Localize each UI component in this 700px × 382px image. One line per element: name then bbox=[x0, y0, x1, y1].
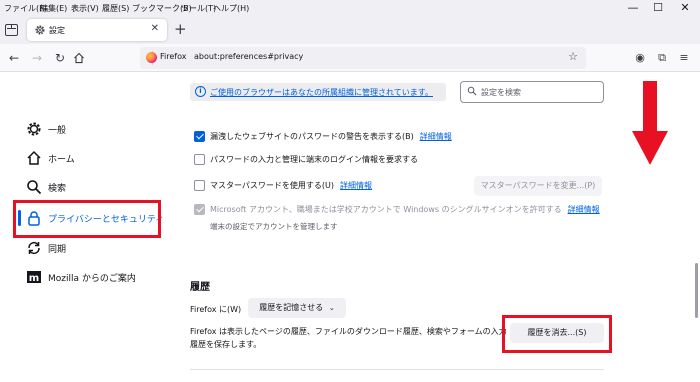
master-password-checkbox[interactable] bbox=[194, 180, 205, 191]
menu-tools[interactable]: ツール(T) bbox=[181, 3, 216, 14]
breach-alert-checkbox[interactable] bbox=[194, 131, 205, 142]
annotation-arrow-down-icon bbox=[632, 81, 668, 165]
windows-sso-text: Microsoft アカウント、職場または学校アカウントで Windows のシ… bbox=[210, 204, 600, 215]
windows-sso-label: Microsoft アカウント、職場または学校アカウントで Windows のシ… bbox=[210, 205, 562, 214]
tab-settings[interactable]: 設定 ✕ bbox=[27, 19, 167, 41]
home-icon bbox=[27, 150, 41, 165]
section-divider bbox=[190, 369, 604, 370]
menu-bar: ファイル(F) 編集(E) 表示(V) 履歴(S) ブックマーク(B) ツール(… bbox=[0, 0, 700, 16]
sidebar-item-label: ホーム bbox=[48, 155, 75, 165]
history-section-title: 履歴 bbox=[190, 282, 210, 293]
search-icon bbox=[27, 180, 42, 195]
master-password-label: マスターパスワードを使用する(U) bbox=[210, 181, 335, 190]
policy-notice[interactable]: i ご使用のブラウザーはあなたの所属組織に管理されています。 bbox=[190, 83, 446, 101]
menu-view[interactable]: 表示(V) bbox=[71, 3, 99, 14]
search-icon bbox=[467, 86, 477, 96]
gear-icon bbox=[35, 25, 45, 35]
windows-sso-learn-more-link[interactable]: 詳細情報 bbox=[568, 205, 600, 214]
os-auth-checkbox[interactable] bbox=[194, 154, 205, 165]
mozilla-icon: m bbox=[27, 271, 41, 284]
sidebar-item-home[interactable]: ホーム bbox=[26, 148, 166, 168]
tab-title: 設定 bbox=[49, 26, 65, 35]
menu-edit[interactable]: 編集(E) bbox=[40, 3, 67, 14]
change-master-password-button[interactable]: マスターパスワードを変更...(P) bbox=[474, 176, 602, 196]
history-mode-dropdown[interactable]: 履歴を記憶させる ⌄ bbox=[248, 298, 346, 318]
breach-alert-learn-more-link[interactable]: 詳細情報 bbox=[420, 132, 452, 141]
menu-hamburger-icon[interactable]: ≡ bbox=[676, 49, 692, 67]
new-tab-icon[interactable]: + bbox=[174, 22, 187, 37]
tab-list-icon[interactable] bbox=[5, 24, 18, 36]
account-icon[interactable]: ◉ bbox=[632, 49, 648, 67]
maximize-icon[interactable]: ☐ bbox=[651, 1, 665, 15]
history-mode-label: Firefox に(W) bbox=[190, 305, 242, 314]
close-window-icon[interactable]: ✕ bbox=[678, 1, 692, 15]
site-identity[interactable]: Firefox bbox=[146, 51, 186, 65]
history-mode-value: 履歴を記憶させる bbox=[259, 303, 324, 312]
minimize-icon[interactable]: — bbox=[626, 1, 640, 15]
sidebar-item-label: Mozilla からのご案内 bbox=[48, 274, 136, 284]
settings-search-input[interactable]: 設定を検索 bbox=[460, 81, 604, 103]
sidebar-item-search[interactable]: 検索 bbox=[26, 177, 166, 197]
preferences-pane: i ご使用のブラウザーはあなたの所属組織に管理されています。 設定を検索 漏洩し… bbox=[170, 73, 700, 382]
master-password-text: マスターパスワードを使用する(U) 詳細情報 bbox=[210, 180, 372, 191]
firefox-logo-icon bbox=[146, 52, 157, 63]
url-text[interactable]: about:preferences#privacy bbox=[194, 52, 303, 61]
chevron-down-icon: ⌄ bbox=[328, 304, 335, 312]
forward-icon[interactable]: → bbox=[28, 49, 46, 67]
annotation-highlight-clear-history bbox=[502, 315, 612, 353]
master-password-learn-more-link[interactable]: 詳細情報 bbox=[340, 181, 372, 190]
close-icon[interactable]: ✕ bbox=[151, 23, 159, 34]
history-description: Firefox は表示したページの履歴、ファイルのダウンロード履歴、検索やフォー… bbox=[190, 327, 507, 349]
sync-icon bbox=[28, 241, 40, 255]
menu-history[interactable]: 履歴(S) bbox=[102, 3, 129, 14]
info-icon: i bbox=[195, 86, 206, 97]
site-label: Firefox bbox=[160, 52, 187, 61]
breach-alert-text: 漏洩したウェブサイトのパスワードの警告を表示する(B) 詳細情報 bbox=[210, 131, 452, 142]
back-icon[interactable]: ← bbox=[5, 49, 23, 67]
reload-icon[interactable]: ↻ bbox=[51, 49, 69, 67]
breach-alert-label: 漏洩したウェブサイトのパスワードの警告を表示する(B) bbox=[210, 132, 414, 141]
extensions-icon[interactable]: ⧉ bbox=[654, 49, 670, 67]
home-icon[interactable] bbox=[73, 52, 85, 64]
menu-help[interactable]: ヘルプ(H) bbox=[213, 3, 249, 14]
sidebar-item-mozilla[interactable]: m Mozilla からのご案内 bbox=[26, 267, 166, 287]
sidebar-item-sync[interactable]: 同期 bbox=[26, 238, 166, 258]
sidebar-item-label: 同期 bbox=[48, 245, 67, 255]
sidebar-item-general[interactable]: 一般 bbox=[26, 119, 166, 139]
scrollbar-thumb[interactable] bbox=[695, 263, 698, 318]
nav-bar: ← → ↻ Firefox about:preferences#privacy … bbox=[0, 44, 700, 72]
sidebar-item-label: 一般 bbox=[48, 126, 67, 136]
tab-strip: 設定 ✕ + bbox=[0, 16, 700, 44]
svg-text:m: m bbox=[29, 273, 39, 284]
policy-notice-link[interactable]: ご使用のブラウザーはあなたの所属組織に管理されています。 bbox=[210, 87, 433, 98]
gear-icon bbox=[27, 122, 41, 136]
windows-sso-note: 端末の設定でアカウントを管理します bbox=[210, 222, 338, 231]
windows-sso-checkbox[interactable] bbox=[194, 204, 205, 215]
url-bar[interactable]: Firefox about:preferences#privacy ☆ bbox=[140, 47, 586, 69]
bookmark-star-icon[interactable]: ☆ bbox=[568, 50, 578, 63]
os-auth-label: パスワードの入力と管理に端末のログイン情報を要求する bbox=[210, 155, 418, 164]
annotation-highlight-privacy bbox=[13, 200, 161, 238]
search-placeholder: 設定を検索 bbox=[481, 88, 521, 97]
category-sidebar: 一般 ホーム 検索 プライバシーとセキュリティ 同期 m Mozilla からの… bbox=[0, 73, 170, 382]
sidebar-item-label: 検索 bbox=[48, 184, 67, 194]
